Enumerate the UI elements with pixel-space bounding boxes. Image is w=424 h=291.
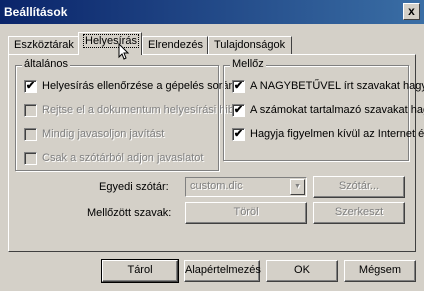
checkbox-label: Rejtse el a dokumentum helyesírási hib — [42, 104, 234, 116]
tab-eszkoztarak[interactable]: Eszköztárak — [8, 36, 80, 54]
tab-label: Eszköztárak — [14, 39, 74, 51]
checkbox[interactable]: ✔ — [24, 80, 37, 93]
ignored-words-label: Mellőzött szavak: — [87, 207, 172, 219]
ok-button[interactable]: OK — [266, 260, 338, 282]
checkbox[interactable]: ✔ — [232, 128, 245, 141]
ignore-group: Mellőz ✔ A NAGYBETŰVEL írt szavakat hagy… — [223, 58, 424, 161]
clear-button[interactable]: Töröl — [185, 202, 307, 224]
general-group: általános ✔ Helyesírás ellenőrzése a gép… — [15, 58, 235, 171]
custom-dictionary-value: custom.dic — [190, 180, 243, 192]
custom-dictionary-label: Egyedi szótár: — [99, 181, 169, 193]
mouse-pointer-icon — [118, 43, 130, 60]
tab-label: Helyesírás — [83, 34, 139, 48]
store-button[interactable]: Tárol — [101, 259, 179, 283]
checkbox-label: A számokat tartalmazó szavakat hagyja — [250, 104, 424, 116]
settings-dialog: Beállítások x Eszköztárak Helyesírás Elr… — [0, 0, 424, 291]
close-button[interactable]: x — [403, 3, 420, 20]
checkbox-label: Hagyja figyelmen kívül az Internet és fá — [250, 128, 424, 140]
checkbox-label: Mindig javasoljon javítást — [42, 128, 165, 140]
cancel-button[interactable]: Mégsem — [344, 260, 416, 282]
dictionary-button[interactable]: Szótár... — [313, 176, 405, 198]
title-bar[interactable]: Beállítások x — [0, 0, 424, 24]
edit-button[interactable]: Szerkeszt — [313, 202, 405, 224]
window-title: Beállítások — [4, 5, 68, 19]
checkbox-label: A NAGYBETŰVEL írt szavakat hagyja — [250, 80, 424, 92]
checkbox[interactable] — [24, 104, 37, 117]
tab-label: Tulajdonságok — [214, 39, 286, 51]
spelling-tab-panel: általános ✔ Helyesírás ellenőrzése a gép… — [8, 54, 424, 252]
checkbox[interactable]: ✔ — [232, 104, 245, 117]
checkbox-label: Helyesírás ellenőrzése a gépelés során — [42, 80, 235, 92]
tab-label: Elrendezés — [148, 39, 204, 51]
custom-dictionary-select[interactable]: custom.dic ▼ — [185, 177, 307, 197]
checkbox-label: Csak a szótárból adjon javaslatot — [42, 152, 204, 164]
chevron-down-icon[interactable]: ▼ — [290, 179, 305, 195]
checkbox[interactable] — [24, 128, 37, 141]
checkbox[interactable]: ✔ — [232, 80, 245, 93]
defaults-button[interactable]: Alapértelmezés — [184, 260, 261, 282]
checkbox[interactable] — [24, 152, 37, 165]
tab-elrendezes[interactable]: Elrendezés — [142, 36, 208, 54]
general-group-title: általános — [22, 58, 71, 70]
ignore-group-title: Mellőz — [230, 58, 266, 70]
close-icon: x — [408, 4, 415, 18]
tab-tulajdonsagok[interactable]: Tulajdonságok — [208, 36, 292, 54]
tab-helyesiras[interactable]: Helyesírás — [78, 32, 142, 55]
